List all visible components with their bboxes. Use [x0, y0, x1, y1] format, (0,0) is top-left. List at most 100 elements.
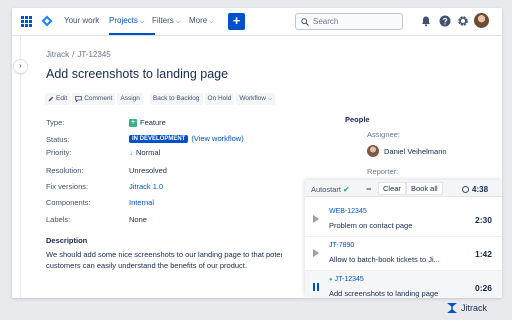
search-input[interactable] — [313, 16, 399, 27]
breadcrumb-separator: / — [72, 50, 75, 59]
priority-label: Priority: — [46, 148, 72, 157]
status-label: Status: — [46, 135, 70, 144]
task-key-text: JT-12345 — [334, 276, 364, 283]
nav-more-label: More — [189, 16, 208, 25]
priority-value: ↓ Normal — [129, 148, 160, 157]
active-tab-indicator — [109, 33, 155, 35]
create-button[interactable]: + — [228, 13, 245, 30]
on-hold-button[interactable]: On Hold — [204, 93, 235, 105]
task-title: Problem on contact page — [329, 221, 413, 230]
description-line: We should add some nice screenshots to o… — [46, 250, 282, 259]
assignee[interactable]: Daniel Veihelmann — [367, 145, 447, 157]
resolution-value: Unresolved — [129, 166, 167, 175]
jitrack-panel: Autostart ✔ − Clear Book all 4:38 WEB-12… — [305, 180, 502, 298]
nav-your-work[interactable]: Your work — [64, 16, 99, 25]
description-title: Description — [46, 236, 88, 245]
fix-versions-value: Jitrack 1.0 — [129, 182, 163, 191]
user-avatar[interactable] — [474, 13, 489, 28]
top-navigation: Your work Projects ⌵ Filters ⌵ More ⌵ + — [12, 8, 502, 36]
search-icon — [301, 18, 309, 26]
minimize-button[interactable]: − — [366, 184, 371, 194]
clear-button[interactable]: Clear — [378, 182, 406, 195]
chevron-down-icon: ⌵ — [139, 19, 145, 25]
autostart-label: Autostart — [311, 185, 342, 194]
task-key[interactable]: JT-7890 — [329, 242, 354, 249]
autostart-toggle[interactable]: Autostart ✔ — [311, 185, 349, 194]
component-link[interactable]: Internal — [129, 198, 154, 207]
jira-logo-icon[interactable] — [41, 15, 53, 27]
components-label: Components: — [46, 198, 91, 207]
task-time: 1:42 — [474, 249, 492, 259]
comment-icon — [75, 96, 83, 102]
task-key[interactable]: WEB-12345 — [329, 208, 367, 215]
task-row[interactable]: JT-7890 Allow to batch-book tickets to J… — [305, 237, 502, 271]
chevron-down-icon: ⌵ — [267, 96, 272, 102]
breadcrumb-issue[interactable]: JT-12345 — [77, 50, 110, 59]
nav-projects-label: Projects — [109, 16, 138, 25]
nav-filters[interactable]: Filters ⌵ — [152, 16, 180, 26]
type-label: Type: — [46, 118, 65, 127]
assignee-avatar — [367, 145, 379, 157]
clock-icon — [462, 186, 469, 193]
pencil-icon — [48, 96, 54, 102]
jitrack-brand: Jitrack — [446, 302, 487, 314]
search-box[interactable] — [295, 13, 403, 30]
reporter-label: Reporter: — [367, 167, 399, 176]
description-line: customers can easily understand the bene… — [46, 261, 247, 270]
assign-button[interactable]: Assign — [117, 93, 143, 105]
nav-more[interactable]: More ⌵ — [189, 16, 214, 26]
app-switcher-icon[interactable] — [21, 16, 32, 27]
workflow-label: Workflow — [239, 95, 266, 102]
resolution-label: Resolution: — [46, 166, 84, 175]
comment-label: Comment — [84, 95, 113, 102]
arrow-down-icon: ↓ — [129, 148, 133, 157]
assignee-name: Daniel Veihelmann — [384, 146, 447, 156]
type-text: Feature — [140, 118, 166, 127]
labels-label: Labels: — [46, 215, 71, 224]
nav-filters-label: Filters — [152, 16, 174, 25]
task-row-active[interactable]: ● JT-12345 Add screenshots to landing pag… — [305, 271, 502, 298]
pause-icon[interactable] — [313, 283, 319, 291]
play-icon[interactable] — [313, 249, 319, 257]
task-title: Add screenshots to landing page — [329, 289, 439, 298]
fix-version-link[interactable]: Jitrack 1.0 — [129, 182, 163, 191]
play-icon[interactable] — [313, 215, 319, 223]
task-title: Allow to batch-book tickets to Ji... — [329, 255, 440, 264]
edit-label: Edit — [56, 95, 68, 102]
total-time-value: 4:38 — [472, 185, 489, 194]
view-workflow-link[interactable]: (View workflow) — [191, 134, 243, 143]
edit-button[interactable]: Edit — [45, 93, 71, 105]
notifications-icon[interactable] — [420, 15, 432, 27]
task-time: 0:26 — [474, 283, 492, 293]
fix-versions-label: Fix versions: — [46, 182, 89, 191]
back-to-backlog-button[interactable]: Back to Backlog — [149, 93, 203, 105]
sidebar-divider — [20, 36, 21, 298]
workflow-dropdown[interactable]: Workflow ⌵ — [236, 93, 275, 105]
brand-name: Jitrack — [461, 303, 488, 313]
status-value: IN DEVELOPMENT (View workflow) — [129, 134, 244, 143]
issue-toolbar: Edit Comment Assign Back to Backlog On H… — [45, 93, 275, 105]
gear-icon[interactable] — [457, 15, 469, 27]
check-icon: ✔ — [343, 185, 350, 194]
chevron-right-icon[interactable]: › — [14, 60, 27, 73]
help-icon[interactable] — [439, 15, 451, 27]
people-title: People — [345, 115, 370, 124]
status-badge: IN DEVELOPMENT — [129, 134, 189, 143]
task-time: 2:30 — [474, 215, 492, 225]
nav-projects[interactable]: Projects ⌵ — [109, 16, 144, 26]
chevron-down-icon: ⌵ — [209, 19, 214, 25]
task-key[interactable]: ● JT-12345 — [329, 276, 364, 283]
page-title: Add screenshots to landing page — [46, 67, 229, 81]
breadcrumb: Jitrack / JT-12345 — [46, 50, 111, 59]
comment-button[interactable]: Comment — [72, 93, 116, 105]
book-all-button[interactable]: Book all — [406, 182, 443, 195]
type-value: + Feature — [129, 118, 166, 127]
priority-text: Normal — [136, 148, 161, 157]
feature-icon: + — [129, 118, 137, 127]
description-text: We should add some nice screenshots to o… — [46, 249, 282, 271]
breadcrumb-project[interactable]: Jitrack — [46, 50, 69, 59]
components-value: Internal — [129, 198, 154, 207]
task-row[interactable]: WEB-12345 Problem on contact page 2:30 — [305, 203, 502, 237]
labels-value: None — [129, 215, 147, 224]
